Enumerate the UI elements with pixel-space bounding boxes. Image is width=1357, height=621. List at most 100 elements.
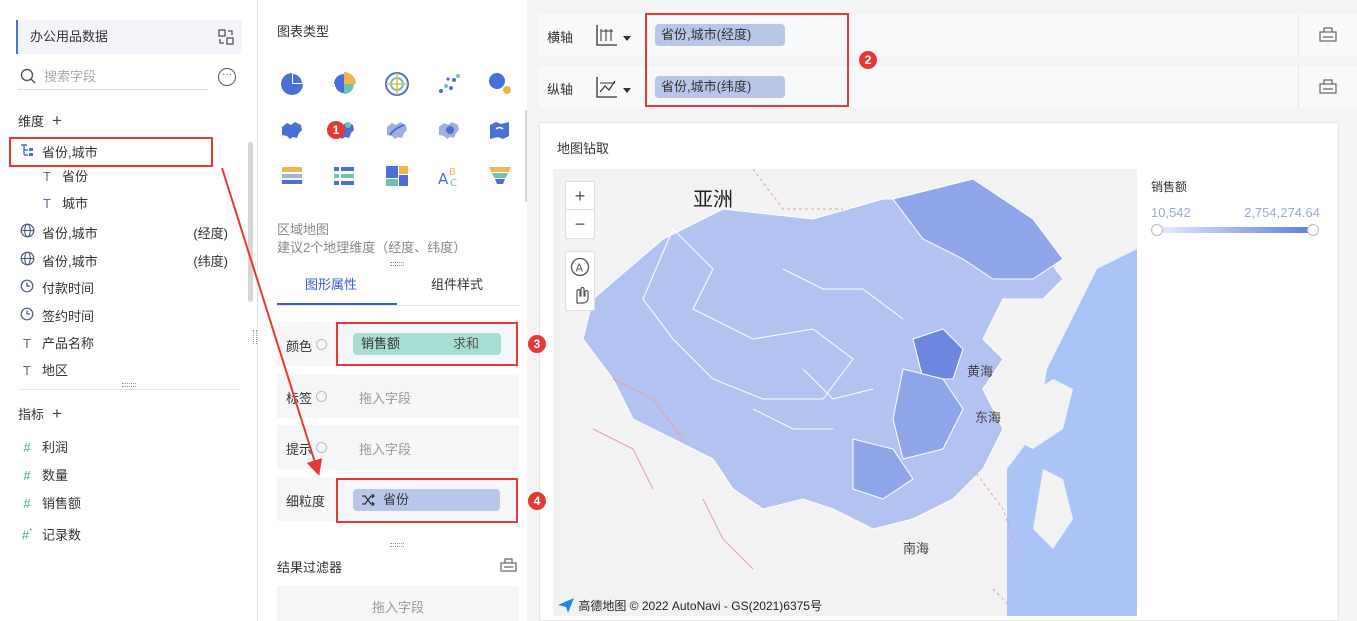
annotation-badge-4: 4 (528, 492, 546, 510)
metric-item[interactable]: # 利润 (18, 437, 238, 459)
dimension-item[interactable]: 省份,城市 (经度) (18, 223, 238, 245)
tooltip-drop-zone[interactable]: 拖入字段 (359, 439, 411, 458)
bubble-chart-icon[interactable] (487, 71, 513, 97)
resize-grip[interactable] (390, 543, 404, 547)
map-label-continent: 亚洲 (693, 189, 733, 211)
panel-resize-grip[interactable] (253, 330, 257, 344)
select-text-icon[interactable]: A (569, 256, 591, 278)
dimension-item[interactable]: 签约时间 (18, 306, 238, 328)
map-label-east-sea: 东海 (975, 410, 1002, 425)
filter-settings-icon[interactable] (1319, 78, 1337, 94)
hand-pointer-icon[interactable] (569, 283, 591, 305)
metric-item[interactable]: # 数量 (18, 465, 238, 487)
granularity-label: 细粒度 (286, 494, 326, 509)
rose-chart-icon[interactable] (331, 71, 357, 97)
detail-table-icon[interactable] (331, 163, 357, 189)
x-axis-tool[interactable] (1298, 14, 1357, 56)
add-metric-icon[interactable]: + (52, 404, 62, 423)
dimension-label: 省份,城市 (42, 226, 98, 241)
tag-property-row: 标签 拖入字段 (277, 374, 519, 418)
tab-component-style[interactable]: 组件样式 (431, 274, 483, 293)
dimension-item[interactable]: T 地区 (18, 360, 238, 382)
search-input[interactable] (44, 66, 204, 86)
flow-map-icon[interactable] (384, 117, 410, 143)
dimension-label: 省份,城市 (42, 145, 98, 160)
zoom-out-button[interactable]: − (566, 210, 594, 238)
dimension-item[interactable]: T 产品名称 (18, 333, 238, 355)
svg-text:C: C (450, 178, 457, 189)
axis-type-icon[interactable] (594, 74, 620, 100)
dataset-title[interactable]: 办公用品数据 (16, 20, 242, 54)
metric-item[interactable]: #* 记录数 (18, 521, 238, 543)
dimensions-header: 维度 + (18, 111, 62, 131)
switch-dataset-icon[interactable] (218, 29, 234, 45)
hash-icon: # (23, 468, 31, 483)
table-chart-icon[interactable] (279, 163, 305, 189)
metric-item[interactable]: # 销售额 (18, 493, 238, 515)
dimension-label: 付款时间 (42, 281, 95, 296)
dimension-item[interactable]: T 城市 (38, 193, 258, 215)
chart-type-title: 图表类型 (277, 24, 330, 39)
metrics-label: 指标 (18, 407, 45, 422)
axis-type-icon[interactable] (594, 22, 620, 48)
dimension-item[interactable]: 省份,城市 (18, 142, 238, 164)
hierarchy-icon (18, 142, 36, 164)
annotation-box-granularity (336, 478, 518, 523)
word-cloud-icon[interactable]: ABC (436, 163, 462, 189)
dimension-item[interactable]: T 省份 (38, 166, 258, 188)
metric-label: 销售额 (42, 496, 82, 511)
filter-settings-icon[interactable] (500, 557, 517, 572)
left-scrollbar[interactable] (248, 142, 253, 302)
dimension-item[interactable]: 省份,城市 (纬度) (18, 251, 238, 273)
zoom-controls: + − (565, 181, 595, 239)
tab-graphic-properties[interactable]: 图形属性 (305, 274, 357, 293)
chevron-down-icon[interactable] (623, 88, 631, 93)
dimension-item[interactable]: 付款时间 (18, 278, 238, 300)
y-axis-tool[interactable] (1298, 66, 1357, 108)
map-canvas[interactable]: + − A 亚洲 黄海 东海 南海 高德地图 © 2022 AutoNavi -… (553, 169, 1137, 616)
x-axis-label: 横轴 (547, 30, 574, 45)
y-axis-label: 纵轴 (547, 82, 574, 97)
settings-gear-icon[interactable] (316, 391, 327, 402)
globe-icon (18, 251, 36, 273)
attribution-text: 高德地图 © 2022 AutoNavi - GS(2021)6375号 (578, 599, 822, 613)
custom-map-icon[interactable] (487, 117, 513, 143)
legend-gradient-bar (1157, 227, 1313, 233)
pie-chart-icon[interactable] (279, 71, 305, 97)
legend-min-handle[interactable] (1151, 224, 1163, 236)
metrics-header: 指标 + (18, 404, 62, 424)
filter-settings-icon[interactable] (1319, 26, 1337, 42)
more-options-icon[interactable]: ··· (218, 68, 236, 86)
result-filter-drop-zone[interactable]: 拖入字段 (277, 586, 519, 621)
radar-chart-icon[interactable] (384, 71, 410, 97)
svg-text:A: A (438, 170, 449, 188)
annotation-badge-1: 1 (327, 121, 345, 139)
clock-icon (18, 278, 36, 300)
legend-title: 销售额 (1151, 180, 1188, 194)
dimension-suffix: (纬度) (193, 254, 228, 269)
settings-gear-icon[interactable] (316, 442, 327, 453)
config-panel: 图表类型 ABC 区域地图 建议2个地理维度（经度、纬度） 图形属性 组件样式 … (259, 0, 529, 621)
amap-logo-icon (558, 598, 574, 613)
region-map-icon[interactable] (279, 117, 305, 143)
hash-icon: # (23, 496, 31, 511)
settings-gear-icon[interactable] (316, 339, 327, 350)
tooltip-property-row: 提示 拖入字段 (277, 425, 519, 469)
annotation-badge-3: 3 (528, 335, 546, 353)
tag-drop-zone[interactable]: 拖入字段 (359, 388, 411, 407)
add-dimension-icon[interactable]: + (52, 111, 62, 130)
property-tabs: 图形属性 组件样式 (277, 262, 519, 306)
heat-map-icon[interactable] (436, 117, 462, 143)
resize-grip[interactable] (122, 383, 136, 387)
color-label: 颜色 (286, 339, 313, 354)
zoom-in-button[interactable]: + (566, 182, 594, 210)
funnel-chart-icon[interactable] (487, 163, 513, 189)
chevron-down-icon[interactable] (623, 36, 631, 41)
treemap-chart-icon[interactable] (384, 163, 410, 189)
hash-star-icon: #* (21, 527, 33, 543)
result-filter-title: 结果过滤器 (277, 560, 343, 575)
metric-label: 数量 (42, 468, 69, 483)
legend-max-handle[interactable] (1307, 224, 1319, 236)
scatter-chart-icon[interactable] (436, 71, 462, 97)
dimension-label: 省份 (62, 169, 89, 184)
